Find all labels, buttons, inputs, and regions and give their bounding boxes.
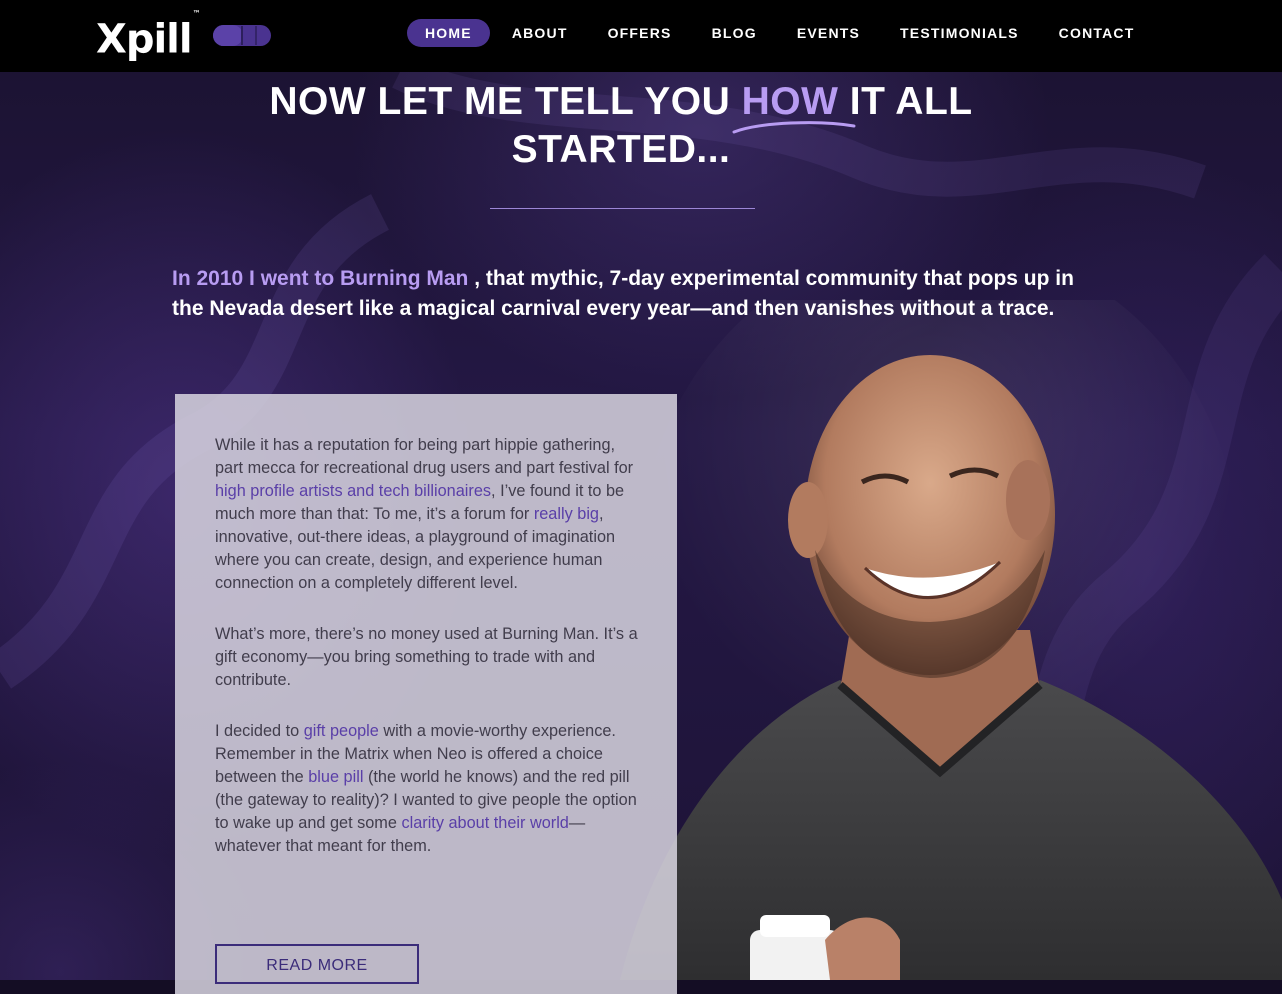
brand-logo[interactable]: Xpill™ [96, 9, 201, 63]
headline-part2: IT ALL [838, 80, 973, 123]
p3-text-1: I decided to [215, 722, 304, 740]
story-paragraph-3: I decided to gift people with a movie-wo… [215, 720, 640, 858]
link-really-big[interactable]: really big [534, 505, 599, 523]
section-headline: NOW LET ME TELL YOU HOW IT ALL STARTED..… [160, 78, 1082, 174]
headline-highlight: HOW [741, 80, 839, 123]
link-blue-pill[interactable]: blue pill [308, 768, 363, 786]
link-high-profile-artists[interactable]: high profile artists and tech billionair… [215, 482, 491, 500]
nav-testimonials[interactable]: TESTIMONIALS [882, 19, 1037, 47]
link-clarity-about-world[interactable]: clarity about their world [401, 814, 568, 832]
logo-text: Xpill [96, 16, 193, 63]
main-menu: HOME ABOUT OFFERS BLOG EVENTS TESTIMONIA… [407, 19, 1156, 47]
read-more-button[interactable]: READ MORE [215, 944, 419, 984]
headline-part1: NOW LET ME TELL YOU [269, 80, 742, 123]
section-divider [490, 208, 755, 209]
nav-home[interactable]: HOME [407, 19, 490, 47]
nav-blog[interactable]: BLOG [694, 19, 775, 47]
headline-line2: STARTED... [511, 128, 731, 171]
nav-offers[interactable]: OFFERS [590, 19, 690, 47]
nav-about[interactable]: ABOUT [494, 19, 586, 47]
trademark-mark: ™ [192, 9, 201, 18]
link-gift-people[interactable]: gift people [304, 722, 379, 740]
nav-events[interactable]: EVENTS [779, 19, 878, 47]
story-card: While it has a reputation for being part… [175, 394, 677, 994]
nav-contact[interactable]: CONTACT [1041, 19, 1153, 47]
highlight-underline-decoration [732, 121, 856, 134]
p1-text-1: While it has a reputation for being part… [215, 436, 634, 477]
story-text: While it has a reputation for being part… [215, 434, 640, 886]
top-navigation: Xpill™ HOME ABOUT OFFERS BLOG EVENTS TES… [0, 0, 1282, 72]
intro-lead: In 2010 I went to Burning Man [172, 267, 469, 290]
pill-icon [213, 25, 271, 46]
story-paragraph-1: While it has a reputation for being part… [215, 434, 640, 595]
founder-portrait [620, 300, 1282, 980]
story-paragraph-2: What’s more, there’s no money used at Bu… [215, 625, 638, 689]
